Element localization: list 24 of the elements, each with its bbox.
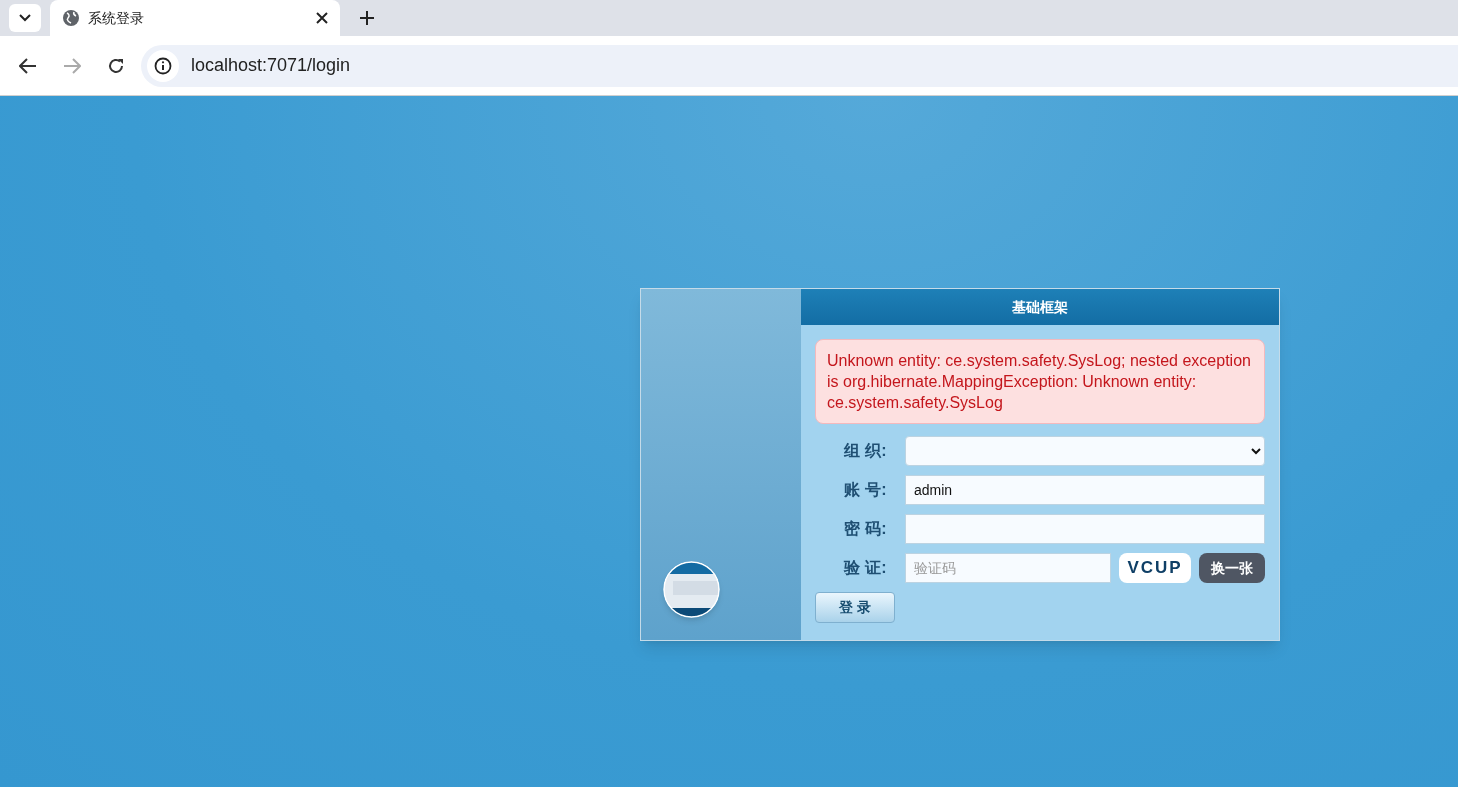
tab-list-button[interactable]: [9, 4, 41, 32]
field-label: 账 号:: [842, 480, 888, 500]
close-icon[interactable]: [316, 12, 328, 24]
refresh-captcha-button[interactable]: 换一张: [1199, 553, 1265, 583]
password-field[interactable]: [905, 514, 1265, 544]
new-tab-icon[interactable]: [360, 11, 374, 25]
field-label: 验 证:: [842, 558, 888, 578]
reload-icon[interactable]: [107, 56, 125, 75]
account-field[interactable]: admin: [905, 475, 1265, 505]
captcha-field[interactable]: 验证码: [905, 553, 1111, 583]
field-label: 密 码:: [842, 519, 888, 539]
panel-title: 基础框架: [801, 289, 1279, 325]
url-text: localhost:7071/login: [191, 54, 351, 77]
browser-tab[interactable]: 系统登录: [50, 0, 340, 36]
chevron-down-icon: [19, 14, 31, 22]
address-bar[interactable]: localhost:7071/login: [141, 44, 1458, 87]
info-icon: [154, 56, 172, 75]
globe-icon: [62, 9, 80, 27]
back-icon[interactable]: [19, 57, 37, 74]
login-button[interactable]: 登 录: [815, 592, 895, 623]
tab-title: 系统登录: [88, 8, 145, 28]
error-message: Unknown entity: ce.system.safety.SysLog; nested exception is org.hibernate.MappingException: Unknown entity: ce.system.safety.SysLog: [815, 339, 1265, 424]
captcha-image: VCUP: [1119, 553, 1191, 583]
field-label: 组 织:: [842, 441, 888, 461]
